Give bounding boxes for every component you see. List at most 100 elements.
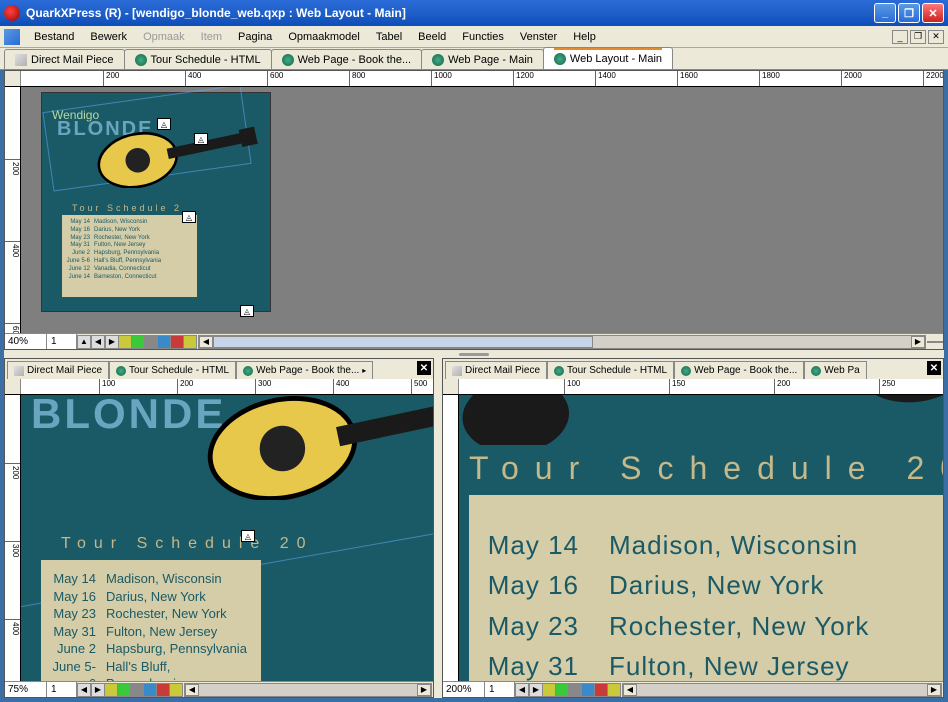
nav-next-button[interactable]: ▶ [91, 683, 105, 697]
menu-tabel[interactable]: Tabel [368, 29, 410, 45]
menu-opmaakmodel[interactable]: Opmaakmodel [280, 29, 368, 45]
selection-handle-icon[interactable]: ◬ [194, 133, 208, 145]
mdi-minimize-button[interactable]: _ [892, 30, 908, 44]
status-icon[interactable] [568, 683, 582, 697]
selection-handle-icon[interactable]: ◬ [240, 305, 254, 317]
status-icon[interactable] [117, 683, 131, 697]
page-content[interactable]: Wendigo BLONDE ◬ ◬ Tour Schedule 2 May 1… [41, 92, 271, 312]
status-icon[interactable] [542, 683, 556, 697]
nav-prev-button[interactable]: ◀ [515, 683, 529, 697]
scroll-right-button[interactable]: ▶ [417, 684, 431, 696]
minimize-button[interactable]: _ [874, 3, 896, 23]
status-icon[interactable] [156, 683, 170, 697]
doc-tab[interactable]: Web Pa [804, 361, 866, 379]
selection-handle-icon[interactable]: ◬ [182, 211, 196, 223]
maximize-button[interactable]: ❐ [898, 3, 920, 23]
scroll-right-button[interactable]: ▶ [911, 336, 925, 348]
scrollbar-horizontal[interactable]: ◀ ▶ [198, 335, 926, 349]
menu-help[interactable]: Help [565, 29, 604, 45]
tab-label: Tour Schedule - HTML [567, 365, 667, 376]
page-field[interactable]: 1 [47, 682, 77, 697]
layout-tab-book-the[interactable]: Web Page - Book the... [271, 49, 423, 69]
scroll-left-button[interactable]: ◀ [623, 684, 637, 696]
layout-tab-web-layout-main[interactable]: Web Layout - Main [543, 47, 673, 69]
zoom-field[interactable]: 75% [5, 682, 47, 697]
status-icon[interactable] [104, 683, 118, 697]
mdi-restore-button[interactable]: ❐ [910, 30, 926, 44]
doc-tab[interactable]: Web Page - Book the... [674, 361, 804, 379]
nav-prev-button[interactable]: ◀ [91, 335, 105, 349]
doc-tab[interactable]: Tour Schedule - HTML [109, 361, 236, 379]
page-field[interactable]: 1 [47, 334, 77, 349]
zoom-field[interactable]: 200% [443, 682, 485, 697]
menu-beeld[interactable]: Beeld [410, 29, 454, 45]
scroll-left-button[interactable]: ◀ [185, 684, 199, 696]
schedule-date: May 14 [479, 525, 609, 565]
nav-prev-button[interactable]: ◀ [77, 683, 91, 697]
status-icon[interactable] [183, 335, 197, 349]
status-icon[interactable] [555, 683, 569, 697]
ruler-vertical[interactable]: 200400600 [5, 87, 21, 333]
layout-tabs: Direct Mail Piece Tour Schedule - HTML W… [0, 48, 948, 70]
status-icon[interactable] [607, 683, 621, 697]
status-icon[interactable] [157, 335, 171, 349]
splitter-vertical[interactable] [434, 358, 442, 698]
layout-tab-direct-mail[interactable]: Direct Mail Piece [4, 49, 125, 69]
selection-handle-icon[interactable]: ◬ [241, 530, 255, 542]
tab-overflow-icon[interactable]: ▸ [362, 366, 366, 375]
status-icon[interactable] [170, 335, 184, 349]
menu-pagina[interactable]: Pagina [230, 29, 280, 45]
status-icon[interactable] [144, 335, 158, 349]
page-content[interactable]: Tour Schedule 20 May 14Madison, Wisconsi… [459, 395, 943, 681]
canvas[interactable]: Wendigo BLONDE ◬ ◬ Tour Schedule 2 May 1… [21, 87, 943, 333]
selection-handle-icon[interactable]: ◬ [157, 118, 171, 130]
status-icon[interactable] [143, 683, 157, 697]
doc-tab[interactable]: Tour Schedule - HTML [547, 361, 674, 379]
menu-functies[interactable]: Functies [454, 29, 512, 45]
schedule-city: Vanadia, Connecticut [94, 266, 151, 274]
scroll-down-button[interactable] [927, 341, 943, 343]
ruler-vertical[interactable] [443, 395, 459, 681]
menu-venster[interactable]: Venster [512, 29, 565, 45]
ruler-horizontal[interactable]: 100150200250 [443, 379, 943, 395]
close-pane-button[interactable]: ✕ [417, 361, 431, 375]
zoom-field[interactable]: 40% [5, 334, 47, 349]
mdi-close-button[interactable]: ✕ [928, 30, 944, 44]
nav-first-button[interactable]: ▲ [77, 335, 91, 349]
nav-next-button[interactable]: ▶ [529, 683, 543, 697]
scrollbar-horizontal[interactable]: ◀ ▶ [184, 683, 432, 697]
splitter-horizontal[interactable] [4, 350, 944, 358]
status-icon[interactable] [131, 335, 145, 349]
menubar: Bestand Bewerk Opmaak Item Pagina Opmaak… [0, 26, 948, 48]
ruler-horizontal[interactable]: 100200300400500 [5, 379, 433, 395]
canvas[interactable]: BLONDE Tour Schedule 20 ◬ ◬ May 14Madiso… [21, 395, 433, 681]
doc-tab[interactable]: Direct Mail Piece [445, 361, 547, 379]
schedule-city: Fulton, New Jersey [609, 646, 850, 681]
status-icon[interactable] [169, 683, 183, 697]
schedule-city: Madison, Wisconsin [94, 219, 147, 227]
scroll-thumb[interactable] [213, 336, 593, 348]
page-content[interactable]: BLONDE Tour Schedule 20 ◬ ◬ May 14Madiso… [21, 395, 433, 681]
status-icon[interactable] [581, 683, 595, 697]
nav-next-button[interactable]: ▶ [105, 335, 119, 349]
close-button[interactable]: ✕ [922, 3, 944, 23]
status-icon[interactable] [594, 683, 608, 697]
scroll-left-button[interactable]: ◀ [199, 336, 213, 348]
close-pane-button[interactable]: ✕ [927, 361, 941, 375]
schedule-city: Hapsburg, Pennsylvania [106, 640, 247, 658]
menu-bewerk[interactable]: Bewerk [82, 29, 135, 45]
menu-bestand[interactable]: Bestand [26, 29, 82, 45]
ruler-vertical[interactable]: 200300400500 [5, 395, 21, 681]
page-field[interactable]: 1 [485, 682, 515, 697]
schedule-city: Darius, New York [106, 588, 206, 606]
canvas[interactable]: Tour Schedule 20 May 14Madison, Wisconsi… [459, 395, 943, 681]
layout-tab-tour-schedule[interactable]: Tour Schedule - HTML [124, 49, 272, 69]
layout-tab-web-page-main[interactable]: Web Page - Main [421, 49, 544, 69]
status-icon[interactable] [130, 683, 144, 697]
ruler-horizontal[interactable]: 2004006008001000120014001600180020002200 [5, 71, 943, 87]
scroll-right-button[interactable]: ▶ [927, 684, 941, 696]
doc-tab[interactable]: Direct Mail Piece [7, 361, 109, 379]
doc-tab[interactable]: Web Page - Book the...▸ [236, 361, 373, 379]
status-icon[interactable] [118, 335, 132, 349]
scrollbar-horizontal[interactable]: ◀ ▶ [622, 683, 942, 697]
